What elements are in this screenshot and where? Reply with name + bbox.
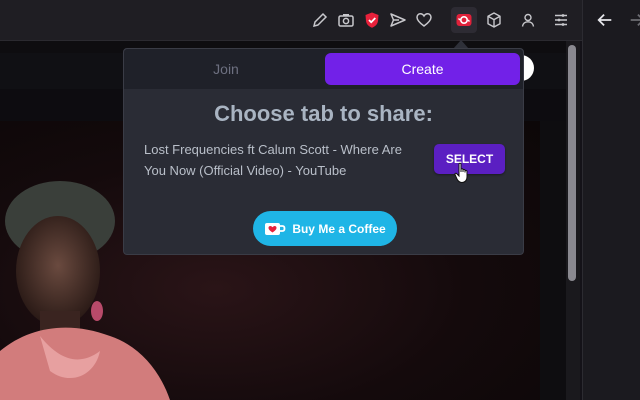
forward-arrow-icon[interactable] — [627, 10, 640, 30]
back-arrow-icon[interactable] — [595, 10, 615, 30]
shared-tab-title: Lost Frequencies ft Calum Scott - Where … — [144, 142, 402, 178]
hand-cursor-icon — [454, 162, 472, 184]
share-tab-popup: Join Create Choose tab to share: Lost Fr… — [123, 48, 524, 255]
scroll-thumb[interactable] — [568, 45, 576, 281]
tab-join[interactable]: Join — [128, 53, 324, 85]
camera-icon[interactable] — [337, 11, 355, 29]
buy-me-a-coffee-button[interactable]: Buy Me a Coffee — [253, 211, 397, 246]
profile-icon[interactable] — [519, 11, 537, 29]
extension-share-button[interactable] — [451, 7, 477, 33]
browser-toolbar — [0, 0, 582, 41]
shield-icon[interactable] — [363, 11, 381, 29]
menu-icon[interactable] — [552, 11, 570, 29]
extension-share-icon — [456, 14, 472, 26]
popup-tabs: Join Create — [124, 49, 523, 89]
coffee-cup-icon — [265, 222, 286, 235]
tab-create[interactable]: Create — [325, 53, 520, 85]
heart-icon[interactable] — [415, 11, 433, 29]
cube-icon[interactable] — [485, 11, 503, 29]
page-scrollbar[interactable] — [566, 41, 580, 400]
coffee-button-label: Buy Me a Coffee — [292, 221, 386, 236]
popup-title: Choose tab to share: — [214, 101, 433, 126]
edit-icon[interactable] — [311, 11, 329, 29]
side-panel — [582, 0, 640, 400]
send-icon[interactable] — [389, 11, 407, 29]
